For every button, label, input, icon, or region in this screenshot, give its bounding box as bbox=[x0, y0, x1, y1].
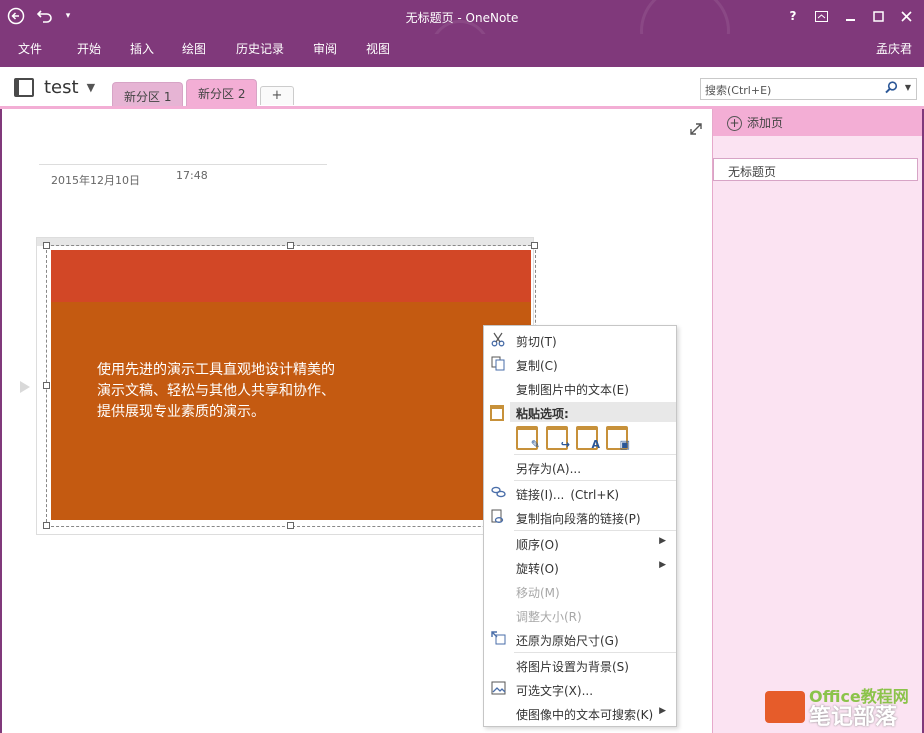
menu-move: 移动(M) bbox=[484, 579, 676, 603]
menu-copy-label: 复制(C) bbox=[516, 359, 558, 373]
pasted-slide-image[interactable]: 使用先进的演示工具直观地设计精美的 演示文稿、轻松与其他人共享和协作、 提供展现… bbox=[51, 250, 531, 520]
menu-order[interactable]: 顺序(O) ▶ bbox=[484, 531, 676, 555]
clipboard-icon bbox=[490, 405, 504, 421]
page-title-line[interactable] bbox=[39, 164, 327, 165]
resize-handle[interactable] bbox=[287, 522, 294, 529]
page-date: 2015年12月10日 bbox=[51, 174, 140, 187]
maximize-icon[interactable] bbox=[866, 6, 890, 26]
menu-history[interactable]: 历史记录 bbox=[234, 40, 286, 57]
menu-file[interactable]: 文件 bbox=[16, 40, 44, 57]
menu-copy-paragraph-link[interactable]: 复制指向段落的链接(P) bbox=[484, 505, 676, 529]
menu-alt-text[interactable]: 可选文字(X)... bbox=[484, 677, 676, 701]
search-icon[interactable] bbox=[885, 81, 898, 97]
slide-text-line: 使用先进的演示工具直观地设计精美的 bbox=[97, 362, 335, 378]
watermark-name: 笔记部落 bbox=[809, 705, 898, 730]
menu-cut[interactable]: 剪切(T) bbox=[484, 328, 676, 352]
add-page-label: 添加页 bbox=[747, 116, 784, 130]
chevron-down-icon: ▼ bbox=[86, 81, 96, 94]
menu-copy-paragraph-link-label: 复制指向段落的链接(P) bbox=[516, 512, 641, 526]
add-page-button[interactable]: + 添加页 bbox=[713, 109, 924, 136]
notebook-bar: test ▼ 新分区 1 新分区 2 + 搜索(Ctrl+E) ▼ bbox=[0, 67, 924, 109]
ribbon-tabs: 文件 开始 插入 绘图 历史记录 审阅 视图 孟庆君 bbox=[0, 34, 924, 67]
menu-rotate[interactable]: 旋转(O) ▶ bbox=[484, 555, 676, 579]
menu-move-label: 移动(M) bbox=[516, 586, 560, 600]
notebook-icon bbox=[14, 78, 34, 97]
menu-set-background-label: 将图片设置为背景(S) bbox=[516, 660, 629, 674]
context-menu: 剪切(T) 复制(C) 复制图片中的文本(E) 粘贴选项: ✎ ↪ A ▣ 另存… bbox=[483, 325, 677, 727]
menu-link-label: 链接(I)... bbox=[516, 488, 565, 502]
menu-set-background[interactable]: 将图片设置为背景(S) bbox=[484, 653, 676, 677]
menu-copy-text-label: 复制图片中的文本(E) bbox=[516, 383, 629, 397]
user-name[interactable]: 孟庆君 bbox=[876, 40, 912, 57]
section-tab-2[interactable]: 新分区 2 bbox=[186, 79, 258, 106]
slide-text-line: 提供展现专业素质的演示。 bbox=[97, 404, 265, 420]
scissors-icon bbox=[490, 332, 506, 348]
copy-icon bbox=[490, 356, 506, 372]
watermark-logo-icon bbox=[765, 691, 805, 723]
menu-link[interactable]: 链接(I)... (Ctrl+K) bbox=[484, 481, 676, 505]
submenu-arrow-icon: ▶ bbox=[659, 560, 666, 570]
slide-text: 使用先进的演示工具直观地设计精美的 演示文稿、轻松与其他人共享和协作、 提供展现… bbox=[97, 360, 397, 423]
menu-insert[interactable]: 插入 bbox=[128, 40, 156, 57]
menu-restore-size-label: 还原为原始尺寸(G) bbox=[516, 634, 619, 648]
search-input[interactable]: 搜索(Ctrl+E) ▼ bbox=[700, 78, 917, 100]
menu-searchable-label: 使图像中的文本可搜索(K) bbox=[516, 708, 654, 722]
paste-picture-icon[interactable]: ▣ bbox=[606, 426, 630, 451]
menu-review[interactable]: 审阅 bbox=[311, 40, 339, 57]
menu-link-shortcut: (Ctrl+K) bbox=[570, 488, 619, 502]
menu-rotate-label: 旋转(O) bbox=[516, 562, 559, 576]
resize-handle[interactable] bbox=[43, 522, 50, 529]
paste-text-only-icon[interactable]: A bbox=[576, 426, 600, 451]
menu-resize: 调整大小(R) bbox=[484, 603, 676, 627]
expand-icon[interactable] bbox=[690, 123, 702, 139]
resize-handle[interactable] bbox=[43, 382, 50, 389]
menu-resize-label: 调整大小(R) bbox=[516, 610, 582, 624]
page-list-item[interactable]: 无标题页 bbox=[713, 158, 918, 181]
submenu-arrow-icon: ▶ bbox=[659, 536, 666, 546]
alt-text-icon bbox=[490, 681, 506, 697]
paste-merge-formatting-icon[interactable]: ↪ bbox=[546, 426, 570, 451]
search-placeholder: 搜索(Ctrl+E) bbox=[705, 84, 772, 97]
pages-pane: + 添加页 无标题页 bbox=[712, 109, 924, 733]
menu-restore-size[interactable]: 还原为原始尺寸(G) bbox=[484, 627, 676, 651]
search-scope-dropdown-icon[interactable]: ▼ bbox=[905, 83, 911, 92]
notebook-name: test bbox=[44, 77, 79, 98]
menu-cut-label: 剪切(T) bbox=[516, 335, 557, 349]
resize-handle[interactable] bbox=[43, 242, 50, 249]
menu-home[interactable]: 开始 bbox=[75, 40, 103, 57]
resize-handle[interactable] bbox=[531, 242, 538, 249]
watermark: Office教程网 笔记部落 bbox=[765, 683, 920, 731]
slide-text-line: 演示文稿、轻松与其他人共享和协作、 bbox=[97, 383, 335, 399]
menu-order-label: 顺序(O) bbox=[516, 538, 559, 552]
section-tab-1[interactable]: 新分区 1 bbox=[112, 82, 184, 106]
menu-draw[interactable]: 绘图 bbox=[180, 40, 208, 57]
minimize-icon[interactable] bbox=[838, 6, 862, 26]
menu-copy-text-from-picture[interactable]: 复制图片中的文本(E) bbox=[484, 376, 676, 400]
menu-view[interactable]: 视图 bbox=[364, 40, 392, 57]
link-icon bbox=[490, 485, 506, 501]
menu-make-text-searchable[interactable]: 使图像中的文本可搜索(K) ▶ bbox=[484, 701, 676, 725]
menu-save-as-label: 另存为(A)... bbox=[516, 462, 582, 476]
menu-copy[interactable]: 复制(C) bbox=[484, 352, 676, 376]
ribbon-display-icon[interactable] bbox=[809, 6, 833, 26]
paste-options: ✎ ↪ A ▣ bbox=[516, 426, 636, 451]
help-icon[interactable]: ? bbox=[781, 6, 805, 26]
paste-keep-formatting-icon[interactable]: ✎ bbox=[516, 426, 540, 451]
add-circle-icon: + bbox=[727, 116, 742, 131]
submenu-arrow-icon: ▶ bbox=[659, 706, 666, 716]
menu-alt-text-label: 可选文字(X)... bbox=[516, 684, 594, 698]
title-bar: ▾ 无标题页 - OneNote ? bbox=[0, 0, 924, 80]
slide-header-band bbox=[51, 250, 531, 302]
add-section-button[interactable]: + bbox=[260, 86, 294, 105]
resize-handle[interactable] bbox=[287, 242, 294, 249]
restore-size-icon bbox=[490, 631, 506, 647]
paragraph-handle-icon[interactable] bbox=[20, 381, 30, 393]
copy-link-icon bbox=[490, 509, 506, 525]
page-time: 17:48 bbox=[176, 169, 208, 182]
close-icon[interactable] bbox=[894, 6, 918, 26]
menu-save-as[interactable]: 另存为(A)... bbox=[484, 455, 676, 479]
notebook-selector[interactable]: test ▼ bbox=[14, 77, 95, 98]
paste-options-header: 粘贴选项: bbox=[510, 402, 676, 422]
